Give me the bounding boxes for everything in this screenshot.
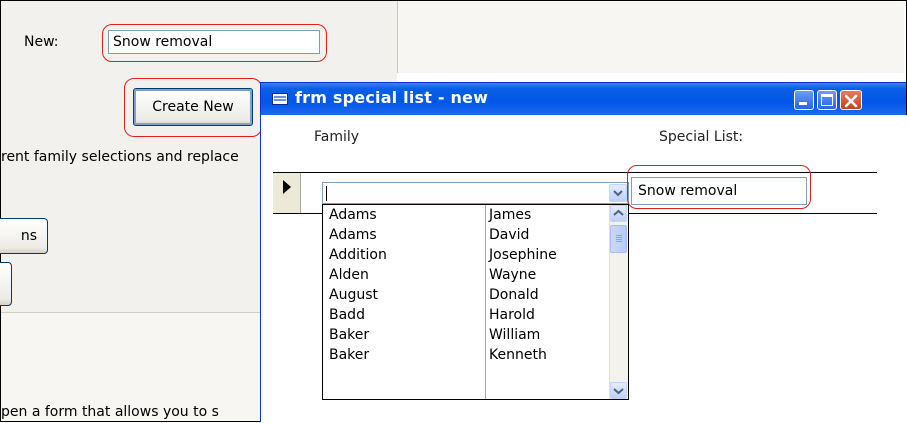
last-name: Alden: [329, 267, 369, 283]
highlight-create-button: [124, 78, 262, 137]
list-item[interactable]: Adams James: [323, 205, 611, 225]
first-name: Harold: [489, 307, 535, 323]
list-item[interactable]: Alden Wayne: [323, 265, 611, 285]
record-selector[interactable]: [273, 173, 301, 213]
help-text-bottom: pen a form that allows you to s: [1, 404, 219, 420]
last-name: Baker: [329, 327, 370, 343]
highlight-new-input: [102, 24, 327, 62]
close-icon[interactable]: [840, 90, 862, 110]
list-item[interactable]: Adams David: [323, 225, 611, 245]
special-list-dialog: frm special list - new Family Special Li…: [260, 82, 907, 423]
scroll-down-button[interactable]: [610, 382, 627, 399]
scroll-thumb[interactable]: [610, 225, 627, 253]
side-button[interactable]: ns: [0, 218, 48, 254]
last-name: Adams: [329, 227, 377, 243]
highlight-special-list: [627, 165, 811, 209]
dialog-title: frm special list - new: [295, 88, 489, 107]
list-item[interactable]: August Donald: [323, 285, 611, 305]
chevron-down-icon: [613, 388, 624, 395]
dialog-body: Family Special List: Snow removal Adams …: [261, 115, 907, 423]
text-caret: [326, 186, 327, 201]
list-item[interactable]: Badd Harold: [323, 305, 611, 325]
dialog-titlebar[interactable]: frm special list - new: [261, 83, 906, 115]
side-button-2[interactable]: [0, 262, 12, 306]
minimize-icon[interactable]: [794, 90, 814, 110]
list-item[interactable]: Baker Kenneth: [323, 345, 611, 365]
family-dropdown-button[interactable]: [609, 184, 627, 202]
first-name: Josephine: [489, 247, 557, 263]
scroll-up-button[interactable]: [610, 205, 627, 222]
new-label: New:: [24, 34, 59, 50]
main-form-right-panel: [398, 1, 904, 73]
special-list-column-header: Special List:: [659, 129, 744, 145]
first-name: Wayne: [489, 267, 537, 283]
first-name: Donald: [489, 287, 539, 303]
last-name: Addition: [329, 247, 387, 263]
form-icon: [272, 93, 288, 105]
list-item[interactable]: Addition Josephine: [323, 245, 611, 265]
family-column-header: Family: [314, 129, 360, 145]
family-dropdown-list[interactable]: Adams James Adams David Addition Josephi…: [322, 204, 629, 400]
list-item[interactable]: Baker William: [323, 325, 611, 345]
family-combo-box[interactable]: [322, 182, 629, 204]
chevron-down-icon: [613, 190, 623, 197]
last-name: Adams: [329, 207, 377, 223]
last-name: Baker: [329, 347, 370, 363]
chevron-up-icon: [613, 209, 624, 216]
first-name: David: [489, 227, 530, 243]
last-name: Badd: [329, 307, 365, 323]
first-name: William: [489, 327, 541, 343]
last-name: August: [329, 287, 378, 303]
dropdown-scrollbar[interactable]: [609, 205, 628, 399]
first-name: James: [489, 207, 532, 223]
help-text-top: rent family selections and replace: [1, 149, 239, 165]
first-name: Kenneth: [489, 347, 547, 363]
maximize-icon[interactable]: [817, 90, 837, 110]
